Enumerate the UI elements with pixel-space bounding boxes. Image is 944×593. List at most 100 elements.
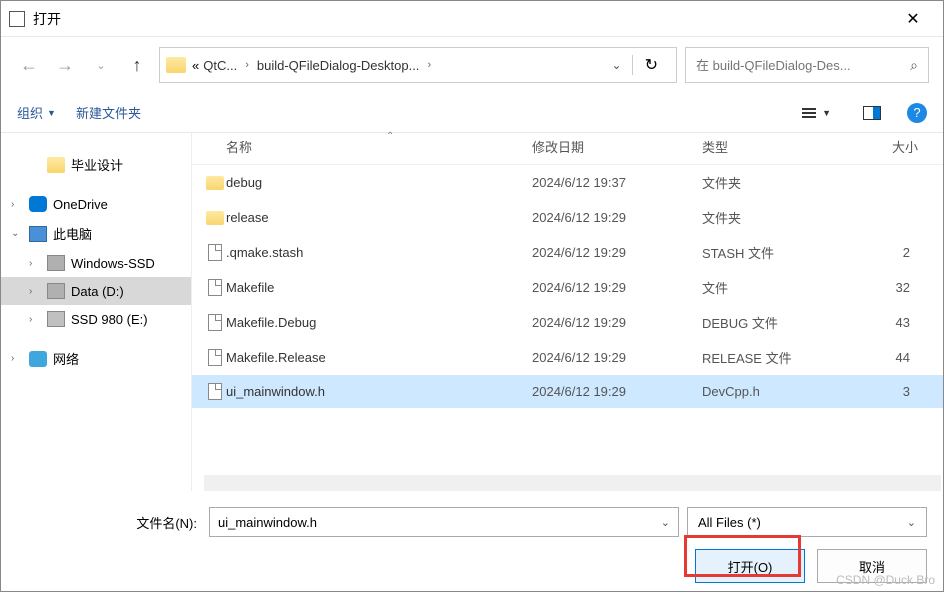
breadcrumb-history-dropdown[interactable]: ⌄ [604,58,630,72]
chevron-down-icon: ▼ [47,108,56,118]
file-list: debug2024/6/12 19:37文件夹release2024/6/12 … [192,165,943,471]
file-row[interactable]: debug2024/6/12 19:37文件夹 [192,165,943,200]
nav-forward-button[interactable]: → [51,51,79,79]
nav-back-button[interactable]: ← [15,51,43,79]
file-icon [208,279,222,296]
folder-icon [206,176,224,190]
new-folder-label: 新建文件夹 [76,103,141,122]
file-type: STASH 文件 [702,243,858,262]
list-icon [802,108,816,118]
file-icon [208,383,222,400]
horizontal-scrollbar[interactable] [204,475,941,491]
chevron-icon[interactable]: › [29,258,41,269]
sidebar-item-label: 毕业设计 [71,155,123,174]
breadcrumb-item[interactable]: QtC... [201,58,239,73]
file-row[interactable]: .qmake.stash2024/6/12 19:29STASH 文件2 [192,235,943,270]
file-name: .qmake.stash [226,245,532,260]
chevron-icon[interactable]: › [11,353,23,364]
chevron-icon[interactable]: › [29,286,41,297]
file-type: 文件夹 [702,173,858,192]
organize-menu[interactable]: 组织 ▼ [17,103,56,122]
file-date: 2024/6/12 19:29 [532,315,702,330]
sidebar-item[interactable]: ⌄ 此电脑 [1,218,191,249]
sidebar-item-label: 网络 [53,349,79,368]
breadcrumb-item[interactable]: build-QFileDialog-Desktop... [255,58,422,73]
sidebar-item-label: Windows-SSD [71,256,155,271]
view-mode-button[interactable]: ▼ [796,108,837,118]
file-name: Makefile.Debug [226,315,532,330]
file-type: 文件 [702,278,858,297]
file-size: 2 [858,245,910,260]
new-folder-button[interactable]: 新建文件夹 [76,103,141,122]
sidebar: ›毕业设计›OneDrive⌄此电脑›Windows-SSD›Data (D:)… [1,133,191,491]
file-size: 44 [858,350,910,365]
file-row[interactable]: Makefile.Debug2024/6/12 19:29DEBUG 文件43 [192,305,943,340]
filter-label: All Files (*) [698,515,761,530]
file-icon [208,314,222,331]
organize-label: 组织 [17,103,43,122]
file-name: release [226,210,532,225]
nav-recent-dropdown[interactable]: ⌄ [87,51,115,79]
breadcrumb[interactable]: « QtC... › build-QFileDialog-Desktop... … [159,47,677,83]
file-date: 2024/6/12 19:29 [532,384,702,399]
file-type: 文件夹 [702,208,858,227]
filename-field[interactable] [218,515,655,530]
file-type: DEBUG 文件 [702,313,858,332]
chevron-icon[interactable]: › [11,199,23,210]
sidebar-item[interactable]: ›毕业设计 [1,149,191,180]
column-type[interactable]: 类型 [702,137,858,156]
file-row[interactable]: ui_mainwindow.h2024/6/12 19:29DevCpp.h3 [192,375,943,408]
chevron-icon[interactable]: › [29,314,41,325]
window-title: 打开 [33,9,891,29]
sidebar-item[interactable]: › SSD 980 (E:) [1,305,191,333]
network-icon [29,351,47,367]
file-row[interactable]: Makefile2024/6/12 19:29文件32 [192,270,943,305]
chevron-right-icon[interactable]: › [241,59,253,71]
folder-icon [206,211,224,225]
file-size: 3 [858,384,910,399]
column-name[interactable]: 名称 [226,137,532,156]
search-input[interactable]: ⌕ [685,47,929,83]
chevron-right-icon[interactable]: › [423,59,435,71]
chevron-down-icon: ▼ [822,108,831,118]
nav-up-button[interactable]: ↑ [123,51,151,79]
sidebar-item[interactable]: › Data (D:) [1,277,191,305]
file-date: 2024/6/12 19:29 [532,280,702,295]
filename-input[interactable]: ⌄ [209,507,679,537]
column-size[interactable]: 大小 [858,137,918,156]
folder-icon [166,57,186,73]
column-date[interactable]: 修改日期 [532,137,702,156]
open-button-label: 打开(O) [728,557,773,576]
sidebar-item-label: 此电脑 [53,224,92,243]
search-field[interactable] [696,58,910,73]
file-size: 32 [858,280,910,295]
file-filter-select[interactable]: All Files (*) ⌄ [687,507,927,537]
onedrive-icon [29,196,47,212]
sort-indicator-icon: ⌃ [386,131,394,142]
close-button[interactable]: ✕ [891,9,935,29]
chevron-down-icon[interactable]: ⌄ [655,516,670,529]
sidebar-item[interactable]: › 网络 [1,343,191,374]
breadcrumb-prefix: « [192,58,199,73]
chevron-icon[interactable]: ⌄ [11,228,23,239]
open-button[interactable]: 打开(O) [695,549,805,583]
file-type: DevCpp.h [702,384,858,399]
sidebar-item-label: SSD 980 (E:) [71,312,148,327]
file-row[interactable]: release2024/6/12 19:29文件夹 [192,200,943,235]
folder-yellow-icon [47,157,65,173]
search-icon[interactable]: ⌕ [910,57,918,74]
sidebar-item[interactable]: › Windows-SSD [1,249,191,277]
file-icon [208,349,222,366]
refresh-button[interactable]: ↻ [632,55,670,75]
ssd-icon [47,311,65,327]
file-row[interactable]: Makefile.Release2024/6/12 19:29RELEASE 文… [192,340,943,375]
sidebar-item[interactable]: ›OneDrive [1,190,191,218]
file-date: 2024/6/12 19:37 [532,175,702,190]
window-icon [9,11,25,27]
help-button[interactable]: ? [907,103,927,123]
file-date: 2024/6/12 19:29 [532,245,702,260]
preview-pane-toggle[interactable] [857,106,887,120]
sidebar-item-label: Data (D:) [71,284,124,299]
drive-icon [47,283,65,299]
file-date: 2024/6/12 19:29 [532,350,702,365]
